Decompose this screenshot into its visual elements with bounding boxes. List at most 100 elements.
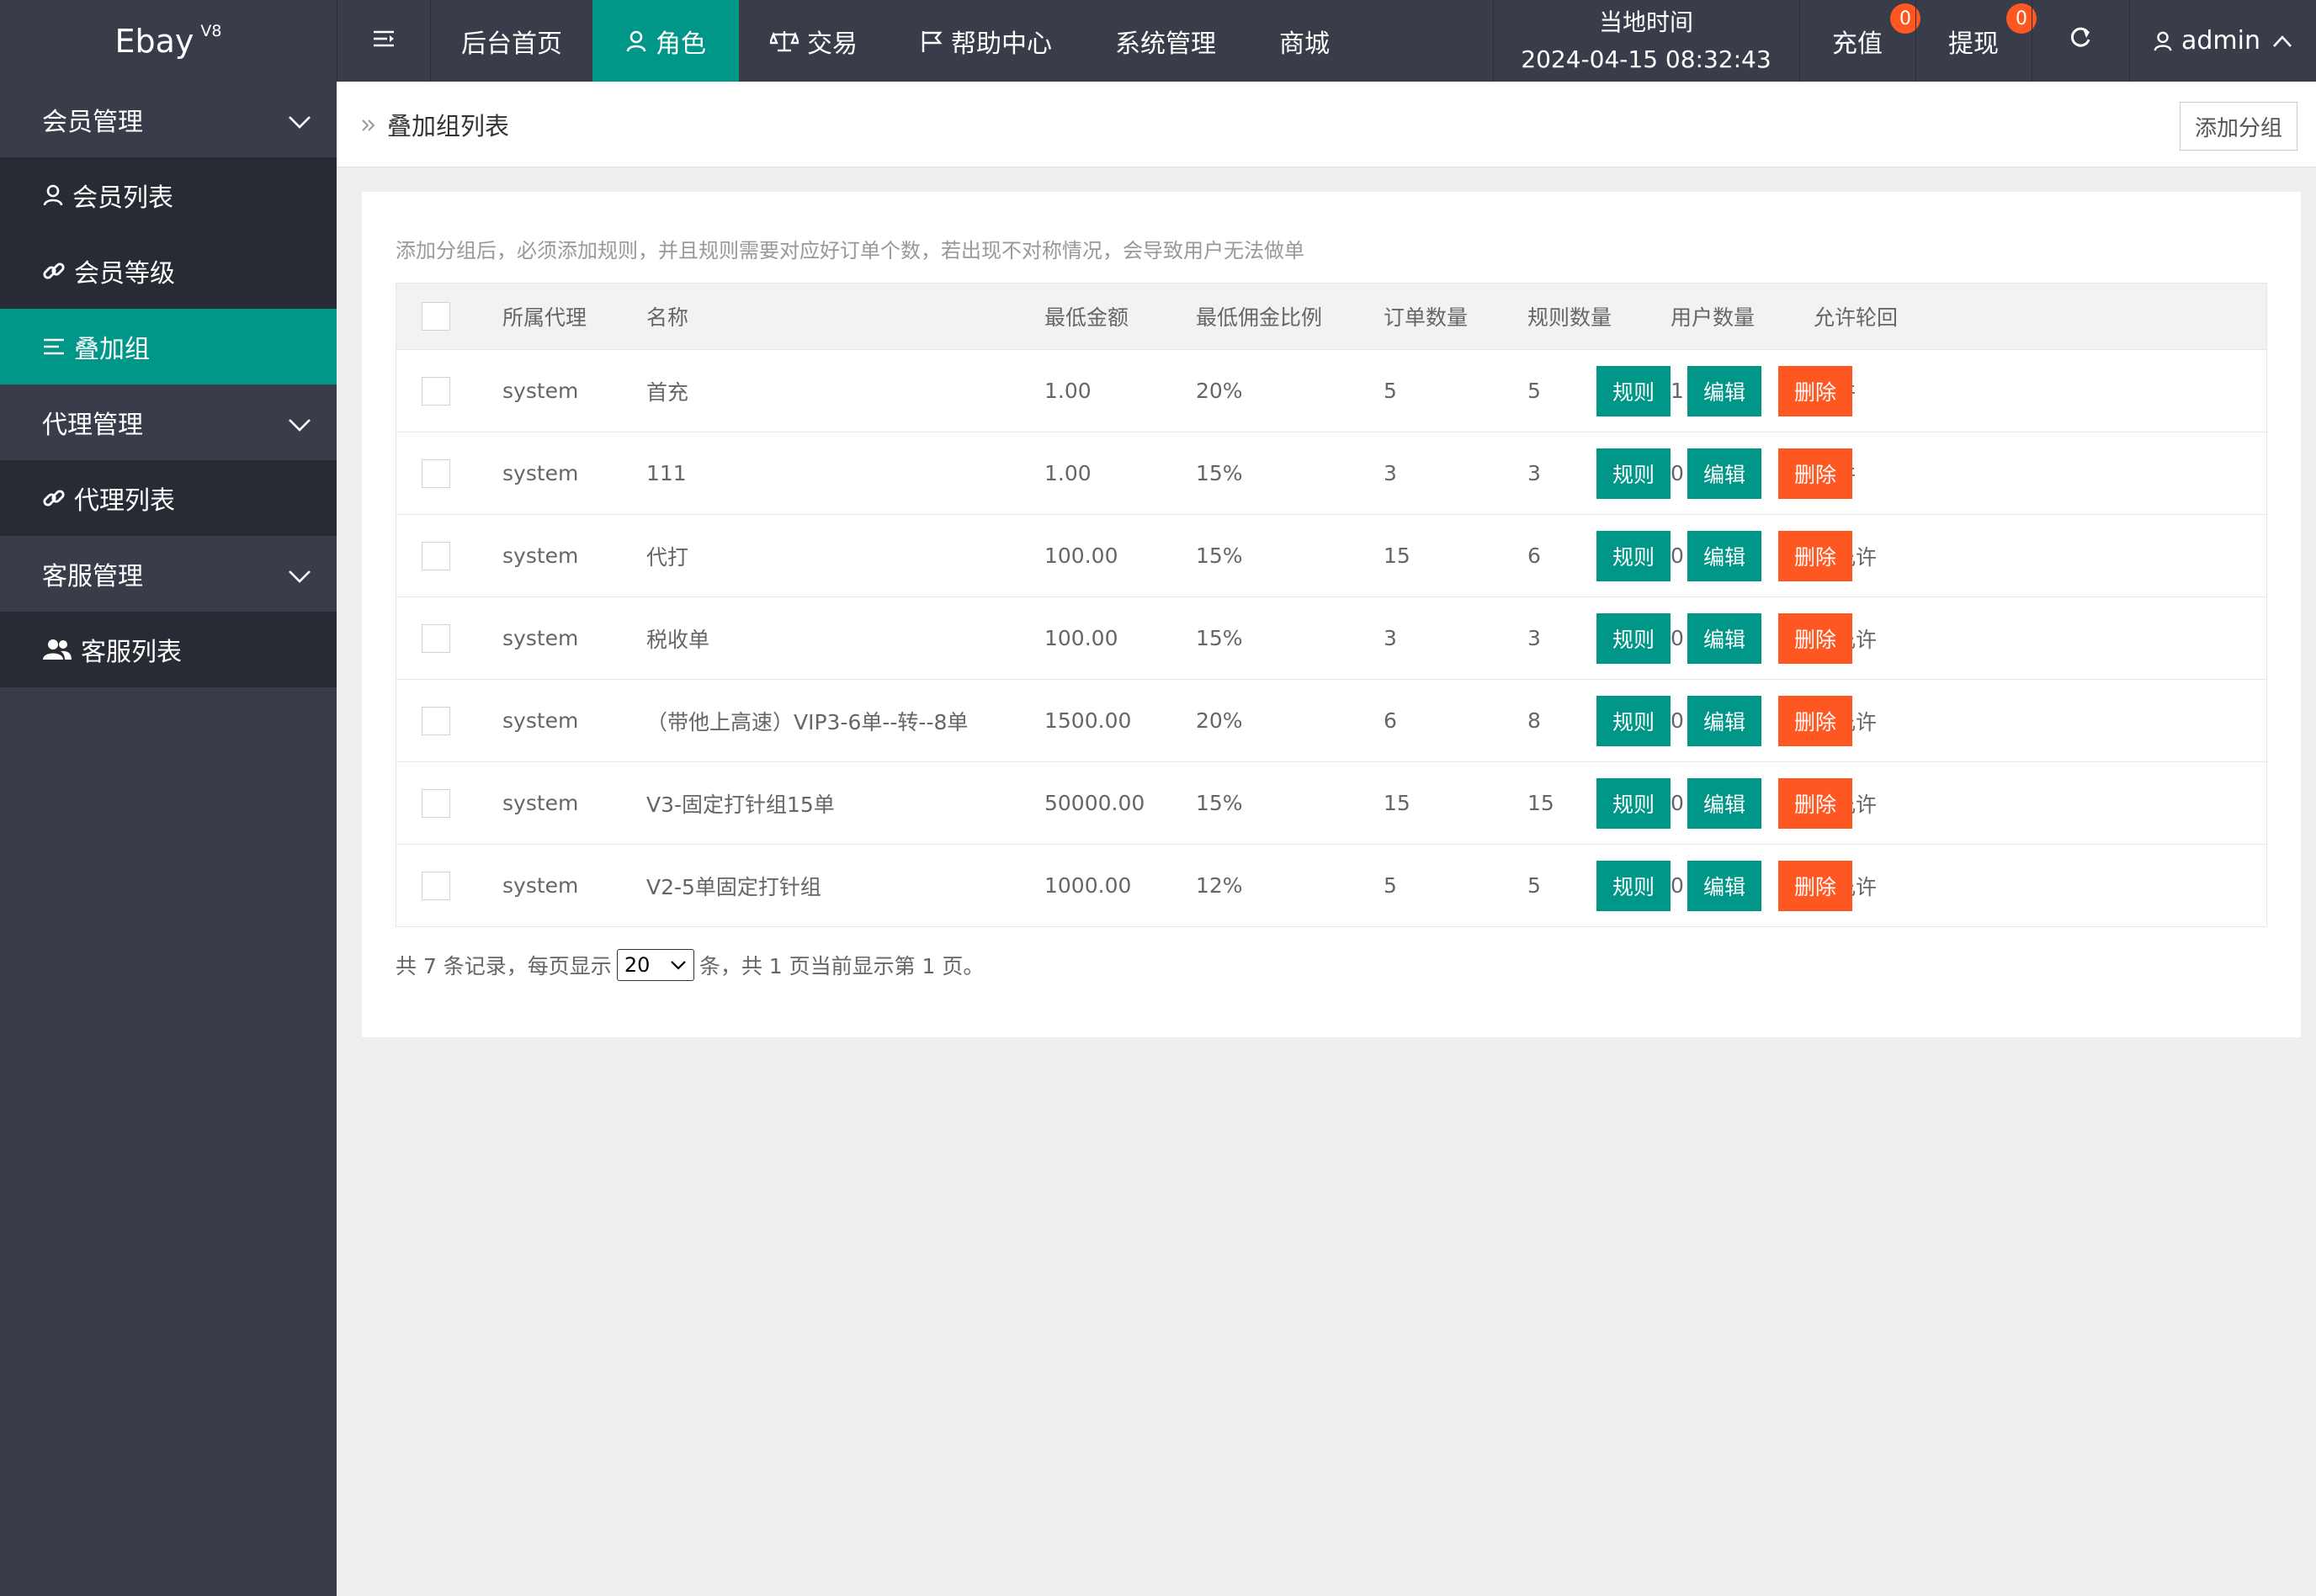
cell-rules: 3 xyxy=(1527,461,1541,485)
cell-name: 111 xyxy=(646,461,687,485)
cell-name: （带他上高速）VIP3-6单--转--8单 xyxy=(646,709,969,734)
cell-users: 0 xyxy=(1671,461,1684,485)
row-checkbox[interactable] xyxy=(422,459,450,488)
cell-rules: 15 xyxy=(1527,791,1554,815)
sidebar-group-agent-management[interactable]: 代理管理 xyxy=(0,384,337,460)
delete-button[interactable]: 删除 xyxy=(1778,448,1852,499)
nav-system-management[interactable]: 系统管理 xyxy=(1084,0,1247,82)
cell-users: 1 xyxy=(1671,379,1684,403)
row-checkbox[interactable] xyxy=(422,788,450,818)
cell-agent: system xyxy=(502,461,579,485)
cell-users: 0 xyxy=(1671,873,1684,898)
list-icon xyxy=(42,337,66,357)
chevron-down-icon xyxy=(288,410,311,439)
edit-button[interactable]: 编辑 xyxy=(1687,612,1761,664)
app-version: V8 xyxy=(200,21,222,40)
row-checkbox[interactable] xyxy=(422,623,450,653)
rule-button[interactable]: 规则 xyxy=(1596,365,1671,416)
delete-button[interactable]: 删除 xyxy=(1778,777,1852,829)
rule-button[interactable]: 规则 xyxy=(1596,612,1671,664)
nav-mall[interactable]: 商城 xyxy=(1247,0,1362,82)
header-agent: 所属代理 xyxy=(502,305,587,330)
users-icon xyxy=(42,638,72,661)
edit-button[interactable]: 编辑 xyxy=(1687,777,1761,829)
table-header: 所属代理 名称 最低金额 最低佣金比例 订单数量 规则数量 用户数量 允许轮回 xyxy=(396,284,2266,349)
sidebar-item-stack-group[interactable]: 叠加组 xyxy=(0,309,337,384)
local-time-value: 2024-04-15 08:32:43 xyxy=(1521,45,1772,73)
sidebar: 会员管理 会员列表 会员等级 叠加组 代理管理 代理列表 客服管理 客服列表 xyxy=(0,82,337,1596)
cell-users: 0 xyxy=(1671,708,1684,733)
pager-suffix: 条，共 1 页当前显示第 1 页。 xyxy=(699,954,985,978)
user-icon xyxy=(2153,29,2173,53)
row-checkbox[interactable] xyxy=(422,871,450,900)
app-logo[interactable]: Ebay V8 xyxy=(0,0,337,82)
row-checkbox[interactable] xyxy=(422,541,450,570)
cell-rules: 3 xyxy=(1527,626,1541,650)
delete-button[interactable]: 删除 xyxy=(1778,695,1852,746)
sidebar-item-member-list[interactable]: 会员列表 xyxy=(0,157,337,233)
breadcrumb-title: 叠加组列表 xyxy=(360,82,509,167)
rule-button[interactable]: 规则 xyxy=(1596,448,1671,499)
edit-button[interactable]: 编辑 xyxy=(1687,448,1761,499)
edit-button[interactable]: 编辑 xyxy=(1687,530,1761,581)
menu-toggle-button[interactable] xyxy=(337,0,431,82)
edit-button[interactable]: 编辑 xyxy=(1687,365,1761,416)
delete-button[interactable]: 删除 xyxy=(1778,612,1852,664)
cell-name: V2-5单固定打针组 xyxy=(646,874,821,899)
cell-orders: 15 xyxy=(1384,791,1410,815)
cell-agent: system xyxy=(502,543,579,568)
header-loop: 允许轮回 xyxy=(1814,305,1899,330)
edit-button[interactable]: 编辑 xyxy=(1687,695,1761,746)
cell-orders: 5 xyxy=(1384,379,1397,403)
cell-rules: 8 xyxy=(1527,708,1541,733)
cell-min-amount: 100.00 xyxy=(1044,626,1118,650)
rule-button[interactable]: 规则 xyxy=(1596,777,1671,829)
user-menu[interactable]: admin xyxy=(2129,0,2316,82)
cell-min-rate: 15% xyxy=(1196,626,1243,650)
nav-trade[interactable]: 交易 xyxy=(739,0,889,82)
add-group-button[interactable]: 添加分组 xyxy=(2180,102,2297,151)
cell-agent: system xyxy=(502,708,579,733)
chevron-down-icon xyxy=(288,107,311,136)
sidebar-item-service-list[interactable]: 客服列表 xyxy=(0,612,337,687)
nav-help-center[interactable]: 帮助中心 xyxy=(889,0,1084,82)
app-name: Ebay xyxy=(114,22,194,60)
user-icon xyxy=(625,29,647,53)
sidebar-group-service-management[interactable]: 客服管理 xyxy=(0,536,337,612)
header-name: 名称 xyxy=(646,305,689,330)
row-checkbox[interactable] xyxy=(422,376,450,406)
delete-button[interactable]: 删除 xyxy=(1778,365,1852,416)
link-icon xyxy=(42,486,66,510)
table-row: system首充1.0020%551允许规则编辑删除 xyxy=(396,349,2266,432)
delete-button[interactable]: 删除 xyxy=(1778,530,1852,581)
rule-button[interactable]: 规则 xyxy=(1596,530,1671,581)
page-size-select[interactable]: 20 xyxy=(616,949,694,981)
cell-min-rate: 15% xyxy=(1196,461,1243,485)
cell-agent: system xyxy=(502,873,579,898)
cell-rules: 5 xyxy=(1527,379,1541,403)
header-min-amount: 最低金额 xyxy=(1044,305,1129,330)
nav-home[interactable]: 后台首页 xyxy=(431,0,592,82)
header-min-rate: 最低佣金比例 xyxy=(1196,305,1323,330)
sidebar-item-agent-list[interactable]: 代理列表 xyxy=(0,460,337,536)
sidebar-group-member-management[interactable]: 会员管理 xyxy=(0,82,337,157)
refresh-button[interactable] xyxy=(2032,0,2129,82)
cell-min-rate: 12% xyxy=(1196,873,1243,898)
row-checkbox[interactable] xyxy=(422,706,450,735)
header-users: 用户数量 xyxy=(1671,305,1756,330)
sidebar-item-member-level[interactable]: 会员等级 xyxy=(0,233,337,309)
delete-button[interactable]: 删除 xyxy=(1778,860,1852,911)
table-row: system税收单100.0015%330不允许规则编辑删除 xyxy=(396,597,2266,679)
nav-role[interactable]: 角色 xyxy=(592,0,739,82)
select-all-checkbox[interactable] xyxy=(422,302,450,331)
cell-min-rate: 20% xyxy=(1196,708,1243,733)
cell-min-amount: 1000.00 xyxy=(1044,873,1132,898)
rule-button[interactable]: 规则 xyxy=(1596,860,1671,911)
table-row: system （带他上高速）VIP3-6单--转--8单 1500.00 20% 6 8 0… xyxy=(396,679,2266,761)
cell-min-amount: 1500.00 xyxy=(1044,708,1132,733)
edit-button[interactable]: 编辑 xyxy=(1687,860,1761,911)
cell-orders: 3 xyxy=(1384,626,1397,650)
rule-button[interactable]: 规则 xyxy=(1596,695,1671,746)
scale-icon xyxy=(770,29,799,53)
cell-orders: 5 xyxy=(1384,873,1397,898)
